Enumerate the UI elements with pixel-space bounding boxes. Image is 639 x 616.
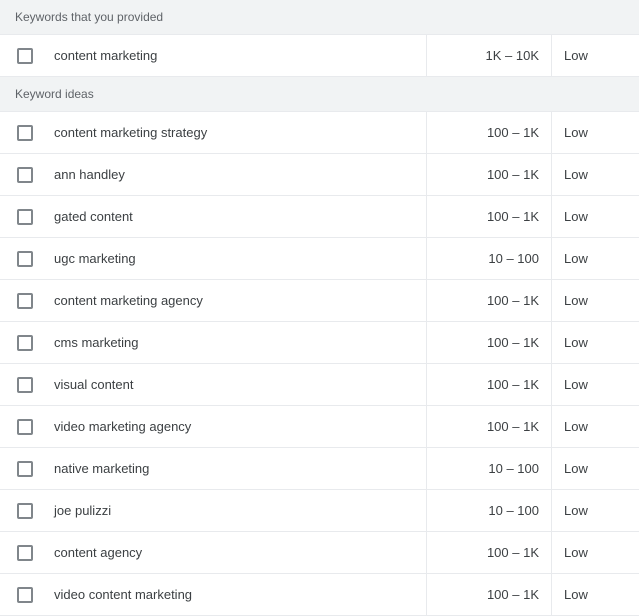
checkbox-cell xyxy=(0,503,50,519)
keyword-cell[interactable]: visual content xyxy=(50,377,426,392)
checkbox-cell xyxy=(0,167,50,183)
competition-cell: Low xyxy=(551,238,639,279)
competition-cell: Low xyxy=(551,35,639,76)
keyword-cell[interactable]: content marketing strategy xyxy=(50,125,426,140)
keyword-cell[interactable]: native marketing xyxy=(50,461,426,476)
competition-cell: Low xyxy=(551,322,639,363)
keyword-cell[interactable]: ugc marketing xyxy=(50,251,426,266)
volume-cell: 100 – 1K xyxy=(426,574,551,615)
volume-cell: 100 – 1K xyxy=(426,532,551,573)
keyword-row: content marketing agency100 – 1KLow xyxy=(0,280,639,322)
competition-cell: Low xyxy=(551,280,639,321)
checkbox-cell xyxy=(0,587,50,603)
competition-cell: Low xyxy=(551,196,639,237)
keyword-cell[interactable]: video marketing agency xyxy=(50,419,426,434)
volume-cell: 10 – 100 xyxy=(426,448,551,489)
row-checkbox[interactable] xyxy=(17,503,33,519)
checkbox-cell xyxy=(0,377,50,393)
row-checkbox[interactable] xyxy=(17,125,33,141)
keyword-row: visual content100 – 1KLow xyxy=(0,364,639,406)
checkbox-cell xyxy=(0,209,50,225)
competition-cell: Low xyxy=(551,532,639,573)
row-checkbox[interactable] xyxy=(17,545,33,561)
volume-cell: 100 – 1K xyxy=(426,406,551,447)
row-checkbox[interactable] xyxy=(17,587,33,603)
row-checkbox[interactable] xyxy=(17,293,33,309)
keyword-cell[interactable]: content marketing agency xyxy=(50,293,426,308)
keyword-row: cms marketing100 – 1KLow xyxy=(0,322,639,364)
row-checkbox[interactable] xyxy=(17,461,33,477)
row-checkbox[interactable] xyxy=(17,335,33,351)
checkbox-cell xyxy=(0,125,50,141)
keyword-cell[interactable]: ann handley xyxy=(50,167,426,182)
competition-cell: Low xyxy=(551,490,639,531)
volume-cell: 1K – 10K xyxy=(426,35,551,76)
row-checkbox[interactable] xyxy=(17,419,33,435)
keyword-cell[interactable]: content marketing xyxy=(50,48,426,63)
volume-cell: 100 – 1K xyxy=(426,112,551,153)
keyword-row: content agency100 – 1KLow xyxy=(0,532,639,574)
checkbox-cell xyxy=(0,461,50,477)
checkbox-cell xyxy=(0,251,50,267)
checkbox-cell xyxy=(0,335,50,351)
keyword-row: video content marketing100 – 1KLow xyxy=(0,574,639,616)
checkbox-cell xyxy=(0,48,50,64)
row-checkbox[interactable] xyxy=(17,209,33,225)
row-checkbox[interactable] xyxy=(17,48,33,64)
keyword-row: content marketing strategy100 – 1KLow xyxy=(0,112,639,154)
competition-cell: Low xyxy=(551,364,639,405)
volume-cell: 10 – 100 xyxy=(426,238,551,279)
keyword-cell[interactable]: cms marketing xyxy=(50,335,426,350)
checkbox-cell xyxy=(0,293,50,309)
row-checkbox[interactable] xyxy=(17,167,33,183)
keyword-cell[interactable]: content agency xyxy=(50,545,426,560)
keyword-cell[interactable]: gated content xyxy=(50,209,426,224)
keyword-row: joe pulizzi10 – 100Low xyxy=(0,490,639,532)
section-header-provided: Keywords that you provided xyxy=(0,0,639,35)
checkbox-cell xyxy=(0,419,50,435)
competition-cell: Low xyxy=(551,154,639,195)
volume-cell: 100 – 1K xyxy=(426,364,551,405)
keyword-row: content marketing1K – 10KLow xyxy=(0,35,639,77)
volume-cell: 100 – 1K xyxy=(426,280,551,321)
keyword-cell[interactable]: video content marketing xyxy=(50,587,426,602)
volume-cell: 100 – 1K xyxy=(426,196,551,237)
competition-cell: Low xyxy=(551,112,639,153)
competition-cell: Low xyxy=(551,448,639,489)
volume-cell: 10 – 100 xyxy=(426,490,551,531)
row-checkbox[interactable] xyxy=(17,251,33,267)
keywords-table: Keywords that you provided content marke… xyxy=(0,0,639,616)
volume-cell: 100 – 1K xyxy=(426,322,551,363)
keyword-cell[interactable]: joe pulizzi xyxy=(50,503,426,518)
competition-cell: Low xyxy=(551,406,639,447)
row-checkbox[interactable] xyxy=(17,377,33,393)
competition-cell: Low xyxy=(551,574,639,615)
keyword-row: ann handley100 – 1KLow xyxy=(0,154,639,196)
keyword-row: native marketing10 – 100Low xyxy=(0,448,639,490)
volume-cell: 100 – 1K xyxy=(426,154,551,195)
section-header-ideas: Keyword ideas xyxy=(0,77,639,112)
keyword-row: ugc marketing10 – 100Low xyxy=(0,238,639,280)
checkbox-cell xyxy=(0,545,50,561)
keyword-row: gated content100 – 1KLow xyxy=(0,196,639,238)
keyword-row: video marketing agency100 – 1KLow xyxy=(0,406,639,448)
